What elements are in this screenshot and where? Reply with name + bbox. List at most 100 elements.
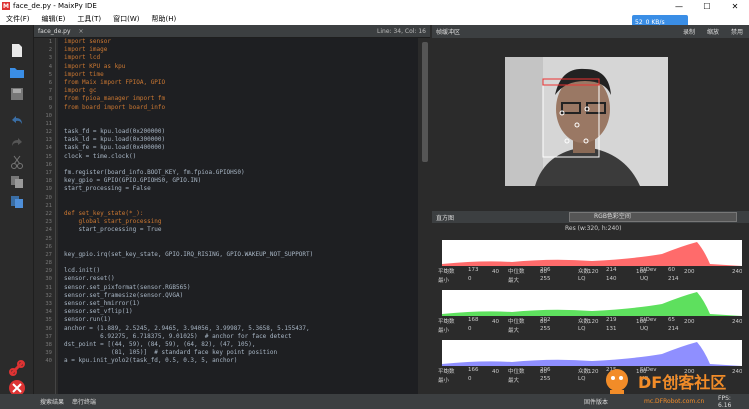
code-line[interactable]: sensor.set_vflip(1) <box>64 308 418 316</box>
stat-cell: 140 <box>606 276 617 282</box>
code-line[interactable] <box>64 120 418 128</box>
search-results-tab[interactable]: 搜索结果 <box>36 397 68 406</box>
code-line[interactable]: lcd.init() <box>64 267 418 275</box>
code-line[interactable]: 6.92275, 6.718375, 9.01025) # anchor for… <box>64 333 418 341</box>
code-line[interactable]: from fpioa_manager import fm <box>64 95 418 103</box>
code-line[interactable]: dst_point = [(44, 59), (84, 59), (64, 82… <box>64 341 418 349</box>
menu-window[interactable]: 窗口(W) <box>107 14 145 24</box>
code-line[interactable] <box>64 259 418 267</box>
code-line[interactable]: import gc <box>64 87 418 95</box>
stat-cell: 平均数 <box>438 369 455 375</box>
code-line[interactable]: task_fe = kpu.load(0x400000) <box>64 144 418 152</box>
code-line[interactable]: clock = time.clock() <box>64 153 418 161</box>
line-numbers: 1 2 3 4 5 6 7 8 9 10 11 12 13 14 15 16 17 18 19 20 21 22 23 24 2… <box>34 38 56 394</box>
code-line[interactable]: global start_processing <box>64 218 418 226</box>
menu-edit[interactable]: 编辑(E) <box>36 14 72 24</box>
watermark: DF创客社区 <box>600 366 726 396</box>
stat-cell: 255 <box>540 376 551 382</box>
stat-cell: 206 <box>540 267 551 273</box>
code-line[interactable]: import KPU as kpu <box>64 63 418 71</box>
code-line[interactable]: def set_key_state(*_): <box>64 210 418 218</box>
code-line[interactable]: from board import board_info <box>64 104 418 112</box>
code-line[interactable] <box>64 243 418 251</box>
code-line[interactable]: fm.register(board_info.BOOT_KEY, fm.fpio… <box>64 169 418 177</box>
zoom-button[interactable]: 缩放 <box>707 27 719 36</box>
code-line[interactable]: sensor.set_framesize(sensor.QVGA) <box>64 292 418 300</box>
menu-help[interactable]: 帮助(H) <box>146 14 183 24</box>
line-number: 32 <box>45 292 52 299</box>
code-line[interactable]: sensor.set_pixformat(sensor.RGB565) <box>64 284 418 292</box>
serial-terminal-tab[interactable]: 串行终端 <box>68 397 100 406</box>
stat-cell: StDev <box>640 317 657 323</box>
menu-file[interactable]: 文件(F) <box>0 14 36 24</box>
line-number: 1 <box>48 39 52 45</box>
histogram-stats: 平均数 168 中位数 202 众数 219 StDev 65 最小 0 最大 255 LQ 131 UQ 2… <box>438 317 698 334</box>
save-icon[interactable] <box>7 85 27 103</box>
redo-icon[interactable] <box>7 133 27 151</box>
maximize-button[interactable]: ☐ <box>693 0 721 12</box>
code-editor[interactable]: import sensor import image import lcd impor… <box>58 38 418 394</box>
new-file-icon[interactable] <box>7 41 27 59</box>
undo-icon[interactable] <box>7 111 27 129</box>
code-line[interactable] <box>64 194 418 202</box>
code-line[interactable]: task_fd = kpu.load(0x200000) <box>64 128 418 136</box>
line-number: 30 <box>45 276 52 283</box>
tab-face-de[interactable]: face_de.py <box>34 28 71 35</box>
scroll-thumb[interactable] <box>422 42 428 162</box>
line-number: 2 <box>48 47 52 54</box>
code-line[interactable]: import lcd <box>64 54 418 62</box>
code-line[interactable]: from Maix import FPIOA, GPIO <box>64 79 418 87</box>
stat-cell: UQ <box>640 276 649 282</box>
disable-button[interactable]: 禁用 <box>731 27 743 36</box>
code-line[interactable] <box>64 112 418 120</box>
paste-icon[interactable] <box>7 193 27 211</box>
connect-icon[interactable] <box>8 359 26 377</box>
code-line[interactable]: sensor.set_hmirror(1) <box>64 300 418 308</box>
code-line[interactable] <box>64 235 418 243</box>
stat-cell: 219 <box>606 317 617 323</box>
line-number: 13 <box>45 137 52 144</box>
watermark-brand: DF创客社区 <box>638 373 727 392</box>
line-number: 24 <box>45 227 52 234</box>
editor-scrollbar[interactable] <box>420 38 430 394</box>
code-line[interactable]: (81, 105)] # standard face key point pos… <box>64 349 418 357</box>
line-number: 3 <box>48 55 52 62</box>
code-line[interactable] <box>64 161 418 169</box>
code-line[interactable]: start_processing = False <box>64 185 418 193</box>
line-number: 22 <box>45 210 52 217</box>
copy-icon[interactable] <box>7 173 27 191</box>
status-bar: 搜索结果 串行终端 固件版本 mc.DFRobot.com.cn FPS: 6.… <box>0 394 749 409</box>
stat-cell: LQ <box>578 326 586 332</box>
code-line[interactable]: import sensor <box>64 38 418 46</box>
close-button[interactable]: ✕ <box>721 0 749 12</box>
cut-icon[interactable] <box>7 153 27 171</box>
code-line[interactable]: sensor.run(1) <box>64 316 418 324</box>
code-line[interactable]: import image <box>64 46 418 54</box>
code-line[interactable] <box>64 202 418 210</box>
code-line[interactable]: task_ld = kpu.load(0x300000) <box>64 136 418 144</box>
tab-close-button[interactable]: × <box>79 28 84 35</box>
colorspace-select[interactable]: RGB色彩空间 <box>569 212 737 222</box>
line-number: 39 <box>45 350 52 357</box>
code-line[interactable]: a = kpu.init_yolo2(task_fd, 0.5, 0.3, 5,… <box>64 357 418 365</box>
minimize-button[interactable]: — <box>665 0 693 12</box>
line-number: 17 <box>45 170 52 176</box>
menu-tools[interactable]: 工具(T) <box>71 14 107 24</box>
code-line[interactable]: start_processing = True <box>64 226 418 234</box>
record-button[interactable]: 录制 <box>683 27 695 36</box>
line-number: 20 <box>45 194 52 201</box>
line-number: 40 <box>45 358 52 365</box>
stat-cell: 214 <box>606 267 617 273</box>
code-line[interactable]: key_gpio.irq(set_key_state, GPIO.IRQ_RIS… <box>64 251 418 259</box>
code-line[interactable]: key_gpio = GPIO(GPIO.GPIOHS0, GPIO.IN) <box>64 177 418 185</box>
stat-cell: 平均数 <box>438 319 455 325</box>
stat-cell: 中位数 <box>508 319 525 325</box>
stat-cell: 206 <box>540 367 551 373</box>
code-line[interactable]: import time <box>64 71 418 79</box>
code-line[interactable]: anchor = (1.889, 2.5245, 2.9465, 3.94056… <box>64 325 418 333</box>
code-line[interactable]: sensor.reset() <box>64 275 418 283</box>
stat-cell: 中位数 <box>508 369 525 375</box>
histogram-tick: 240 <box>732 319 742 324</box>
line-number: 29 <box>45 268 52 275</box>
open-folder-icon[interactable] <box>7 63 27 81</box>
